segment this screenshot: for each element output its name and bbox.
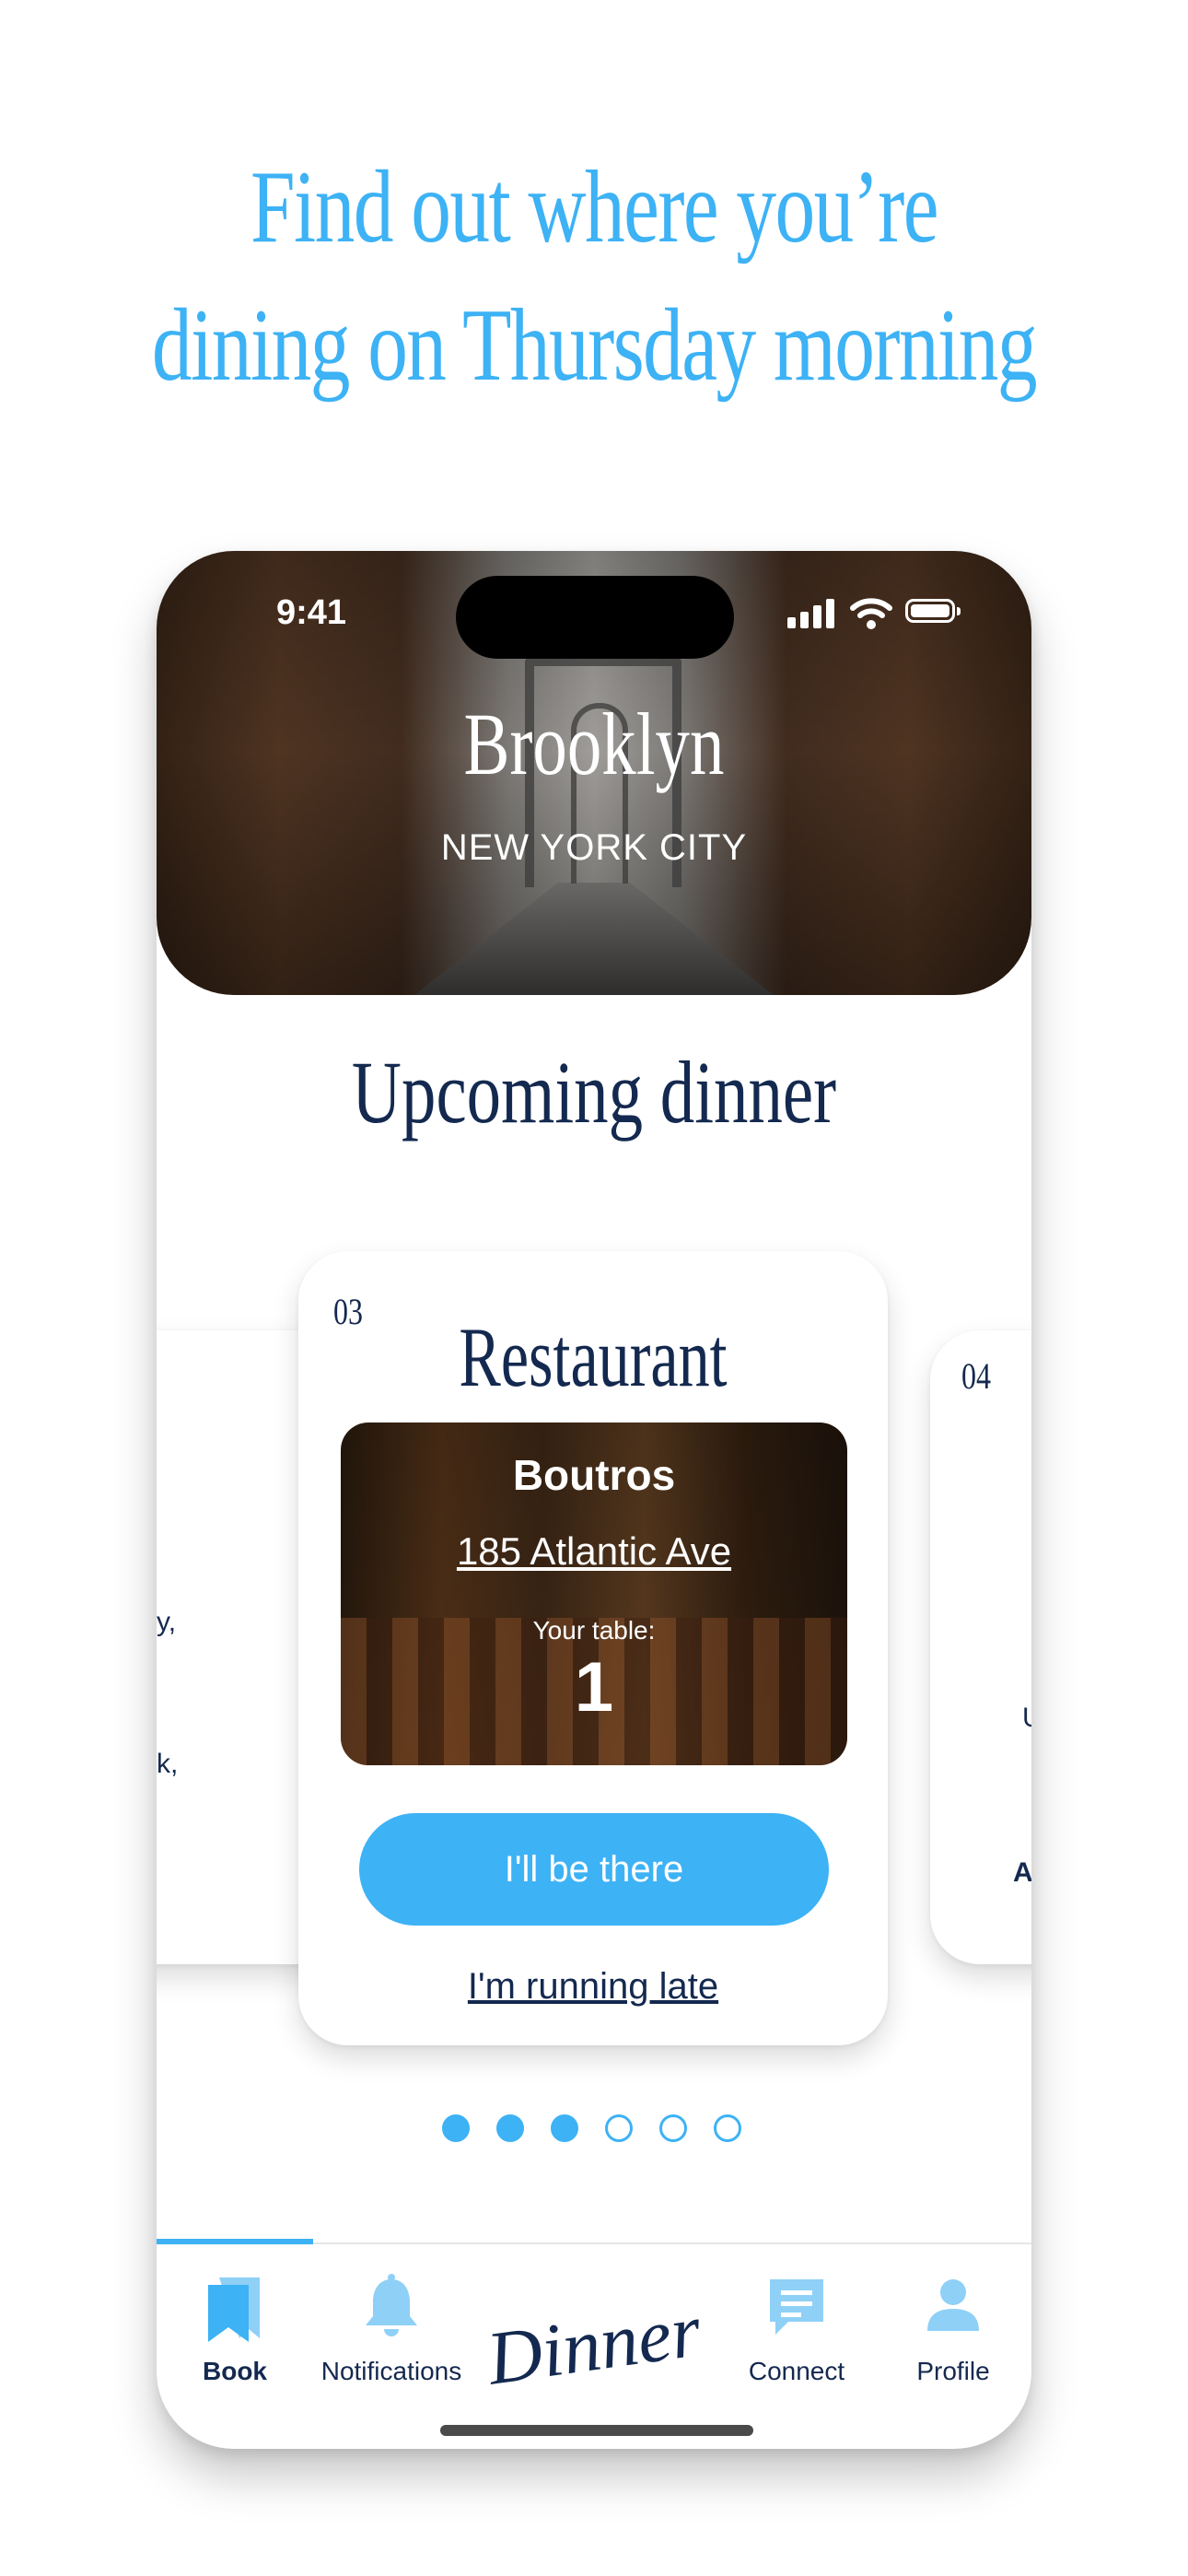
- dinner-logo[interactable]: Dinner: [479, 2287, 710, 2403]
- tab-profile[interactable]: Profile: [875, 2274, 1031, 2403]
- pagination-dot[interactable]: [714, 2114, 741, 2142]
- hero-street-graphic: [414, 883, 774, 995]
- pagination-dot[interactable]: [551, 2114, 578, 2142]
- hero-title: Brooklyn: [463, 695, 725, 793]
- section-title: Upcoming dinner: [351, 1043, 837, 1142]
- tab-label: Book: [203, 2357, 267, 2385]
- status-time: 9:41: [276, 593, 347, 632]
- pagination-dot[interactable]: [496, 2114, 524, 2142]
- restaurant-name: Boutros: [512, 1451, 676, 1499]
- headline: Find out where you’re dining on Thursday…: [131, 138, 1057, 415]
- tab-label: Connect: [748, 2357, 845, 2385]
- tab-connect[interactable]: Connect: [718, 2274, 875, 2403]
- headline-line-1: Find out where you’re: [250, 150, 939, 264]
- status-icons: [787, 597, 962, 632]
- pagination-dot[interactable]: [659, 2114, 687, 2142]
- dynamic-island: [456, 576, 734, 659]
- wifi-icon: [850, 598, 892, 629]
- tab-notifications[interactable]: Notifications: [313, 2274, 470, 2403]
- previous-card-text-3: k,: [157, 1749, 179, 1779]
- next-card-number: 04: [961, 1355, 991, 1397]
- bell-icon: [366, 2274, 417, 2336]
- headline-line-2: dining on Thursday morning: [152, 288, 1038, 403]
- home-indicator[interactable]: [440, 2425, 753, 2436]
- table-number: 1: [574, 1648, 614, 1727]
- pagination-dot[interactable]: [605, 2114, 633, 2142]
- tab-label: Notifications: [320, 2357, 462, 2385]
- restaurant-photo: Boutros 185 Atlantic Ave Your table: 1: [341, 1423, 847, 1765]
- hero-subtitle: NEW YORK CITY: [440, 827, 748, 868]
- next-card-text-2: A: [1013, 1857, 1031, 1888]
- signal-icon: [787, 597, 835, 628]
- person-icon: [927, 2279, 979, 2331]
- active-tab-indicator: [157, 2239, 313, 2244]
- chat-icon: [770, 2279, 823, 2335]
- ill-be-there-button[interactable]: I'll be there: [359, 1813, 829, 1926]
- battery-icon: [905, 599, 961, 623]
- bookmark-icon: [208, 2277, 260, 2342]
- phone-screen: Brooklyn NEW YORK CITY 9:41 Upcoming din…: [157, 551, 1031, 2449]
- upcoming-dinner-card: 03 Restaurant Boutros 185 Atlantic Ave Y…: [298, 1251, 888, 2045]
- pagination-dot[interactable]: [442, 2114, 470, 2142]
- running-late-link[interactable]: I'm running late: [298, 1966, 888, 2008]
- card-number: 03: [333, 1291, 363, 1332]
- carousel-pagination: [442, 2114, 746, 2144]
- tab-label: Profile: [916, 2357, 990, 2385]
- previous-card-text-2: y,: [157, 1607, 177, 1637]
- table-label: Your table:: [532, 1616, 656, 1645]
- next-card-text-1: U: [1022, 1703, 1031, 1734]
- tab-book[interactable]: Book: [157, 2274, 313, 2403]
- card-title: Restaurant: [459, 1310, 728, 1404]
- restaurant-address-link[interactable]: 185 Atlantic Ave: [341, 1529, 847, 1574]
